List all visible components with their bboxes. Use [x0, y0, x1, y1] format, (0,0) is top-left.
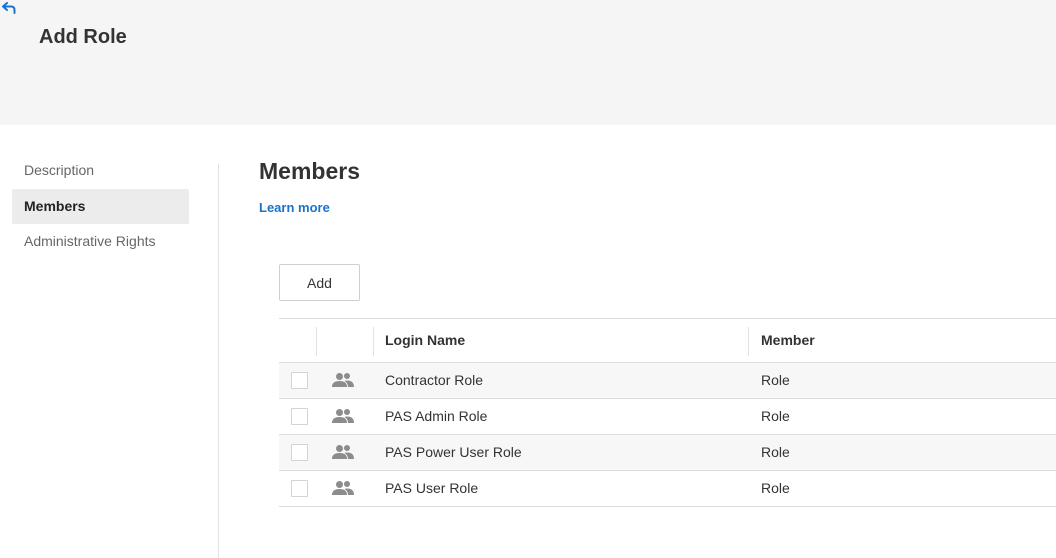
column-separator [373, 327, 374, 356]
page-title: Add Role [39, 26, 127, 48]
section-title: Members [259, 158, 360, 184]
nav-item-description[interactable]: Description [12, 153, 189, 188]
login-name-cell: PAS Admin Role [385, 408, 488, 424]
member-cell: Role [761, 408, 790, 424]
row-checkbox[interactable] [291, 408, 308, 425]
row-checkbox[interactable] [291, 444, 308, 461]
nav-item-members[interactable]: Members [12, 189, 189, 224]
row-checkbox[interactable] [291, 372, 308, 389]
page-header: Add Role [0, 0, 1056, 125]
login-name-cell: Contractor Role [385, 372, 484, 388]
members-grid: Login Name Member Contractor Role Role P… [279, 318, 1056, 507]
users-group-icon [332, 445, 354, 459]
sidenav-divider [218, 164, 219, 558]
member-cell: Role [761, 480, 790, 496]
member-cell: Role [761, 444, 790, 460]
add-button[interactable]: Add [279, 264, 360, 301]
users-group-icon [332, 373, 354, 387]
column-separator [316, 327, 317, 356]
table-row[interactable]: PAS User Role Role [279, 471, 1056, 507]
users-group-icon [332, 481, 354, 495]
back-arrow-icon[interactable] [2, 2, 16, 14]
login-name-cell: PAS Power User Role [385, 444, 522, 460]
column-header-member[interactable]: Member [761, 319, 815, 362]
table-row[interactable]: Contractor Role Role [279, 363, 1056, 399]
table-row[interactable]: PAS Power User Role Role [279, 435, 1056, 471]
nav-item-administrative-rights[interactable]: Administrative Rights [12, 224, 189, 259]
member-cell: Role [761, 372, 790, 388]
grid-header: Login Name Member [279, 318, 1056, 363]
row-checkbox[interactable] [291, 480, 308, 497]
column-separator [748, 327, 749, 356]
learn-more-link[interactable]: Learn more [259, 200, 330, 215]
column-header-login-name[interactable]: Login Name [385, 319, 465, 362]
table-row[interactable]: PAS Admin Role Role [279, 399, 1056, 435]
login-name-cell: PAS User Role [385, 480, 479, 496]
users-group-icon [332, 409, 354, 423]
